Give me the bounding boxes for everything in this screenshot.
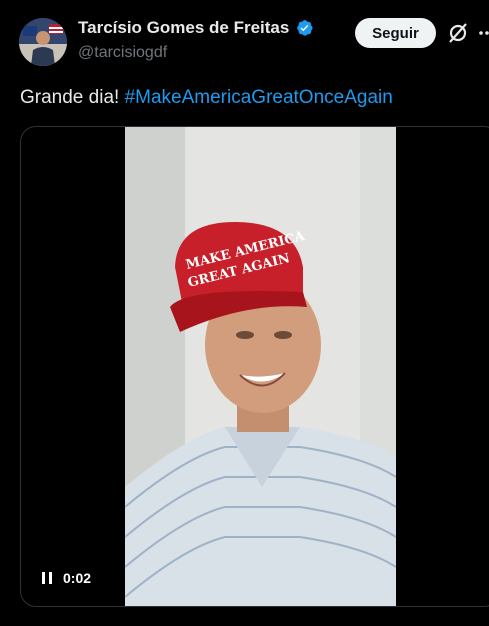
video-controls: 0:02 [41, 570, 91, 586]
tweet-text: Grande dia! #MakeAmericaGreatOnceAgain [20, 85, 393, 111]
tweet-body: Grande dia! [20, 87, 125, 108]
video-player[interactable]: MAKE AMERICA GREAT AGAIN 0:02 [20, 126, 489, 607]
author-name[interactable]: Tarcísio Gomes de Freitas [78, 18, 289, 38]
video-still: MAKE AMERICA GREAT AGAIN [125, 127, 396, 606]
video-frame[interactable]: MAKE AMERICA GREAT AGAIN [125, 127, 396, 606]
follow-button[interactable]: Seguir [355, 18, 436, 48]
avatar-image [19, 18, 67, 66]
more-icon[interactable] [478, 30, 489, 36]
hashtag-link[interactable]: #MakeAmericaGreatOnceAgain [125, 87, 393, 108]
grok-icon[interactable] [447, 21, 469, 45]
tweet-header: Tarcísio Gomes de Freitas @tarcisiogdf S… [0, 0, 489, 80]
avatar[interactable] [19, 18, 67, 66]
pause-icon[interactable] [41, 571, 53, 585]
author-handle[interactable]: @tarcisiogdf [78, 44, 167, 62]
video-time: 0:02 [63, 570, 92, 586]
verified-badge-icon [297, 20, 313, 36]
